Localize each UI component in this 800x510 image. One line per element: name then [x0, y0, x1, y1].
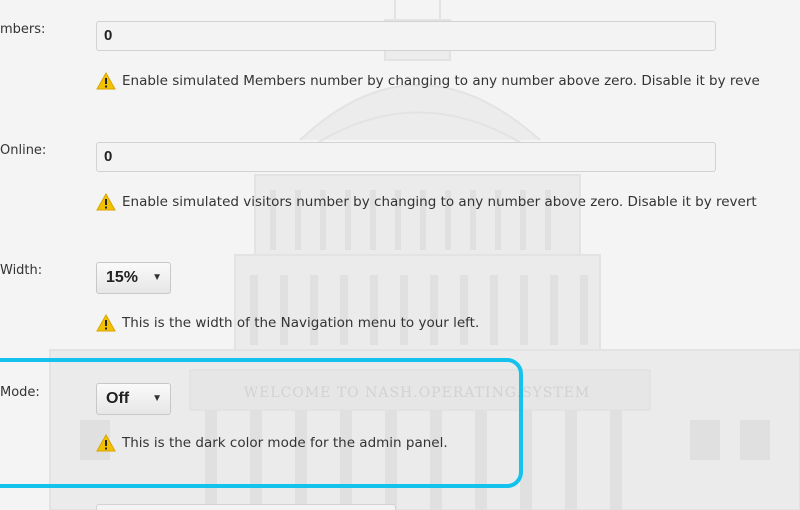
warning-icon [96, 314, 116, 332]
members-input[interactable]: 0 [96, 21, 716, 51]
warning-icon [96, 193, 116, 211]
online-input[interactable]: 0 [96, 142, 716, 172]
nav-width-label: Width: [0, 263, 43, 278]
nav-width-select[interactable]: 15% ▼ [96, 262, 171, 294]
online-help-text: Enable simulated visitors number by chan… [122, 194, 757, 210]
warning-icon [96, 72, 116, 90]
members-help: Enable simulated Members number by chang… [96, 72, 760, 90]
highlight-box [0, 358, 523, 488]
nav-width-help: This is the width of the Navigation menu… [96, 314, 479, 332]
online-help: Enable simulated visitors number by chan… [96, 193, 757, 211]
members-help-text: Enable simulated Members number by chang… [122, 73, 760, 89]
nav-width-value: 15% [106, 269, 139, 286]
nav-width-help-text: This is the width of the Navigation menu… [122, 315, 480, 331]
online-label: Online: [0, 143, 47, 158]
chevron-down-icon: ▼ [152, 272, 162, 283]
next-field-input[interactable] [96, 504, 396, 510]
members-label: mbers: [0, 22, 46, 37]
